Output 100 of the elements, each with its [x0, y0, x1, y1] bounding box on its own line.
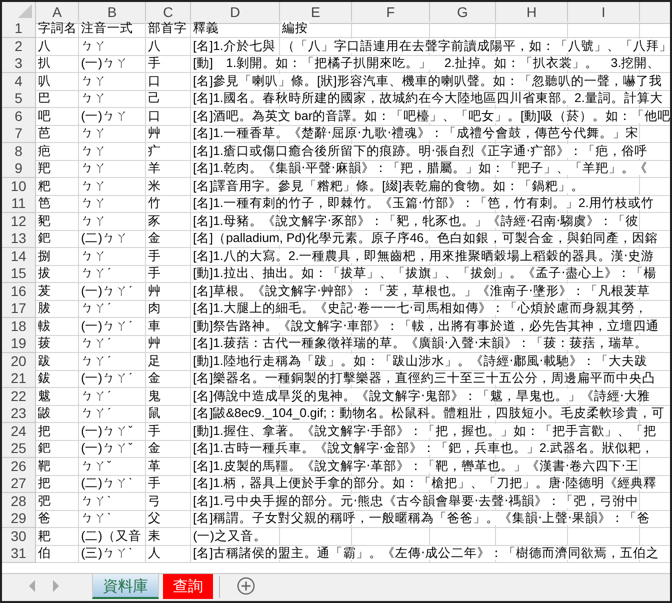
table-cell: ㄅㄚˊ: [81, 336, 112, 350]
table-cell: [名]酒吧。為英文 bar的音譯。如：「吧檯」、「吧女」。[動]吸（菸）。如：「他吧: [193, 108, 670, 122]
table-cell: (三)ㄅㄚˋ: [81, 546, 132, 560]
table-cell: 笆: [38, 196, 51, 210]
table-cell: ㄅㄚˊ: [81, 406, 112, 420]
row-header[interactable]: 27: [2, 475, 36, 493]
table-cell: 字詞名: [38, 21, 77, 35]
table-cell: (一)ㄅㄚˇ: [81, 441, 132, 455]
table-cell: (一)ㄅㄚˊ: [81, 371, 132, 385]
table-cell: (一)ㄅㄚ: [81, 108, 128, 122]
row-header[interactable]: 25: [2, 440, 36, 458]
sheet-tab[interactable]: 查詢: [163, 574, 213, 599]
table-cell: 艸: [148, 126, 161, 140]
table-cell: 羊: [148, 161, 161, 175]
sheet-tab[interactable]: 資料庫: [92, 574, 159, 599]
table-cell: 吧: [38, 108, 51, 122]
row-header[interactable]: 29: [2, 510, 36, 528]
row-header[interactable]: 20: [2, 352, 36, 370]
row-header[interactable]: 19: [2, 335, 36, 353]
row-header[interactable]: 31: [2, 545, 36, 563]
table-cell: 芭: [38, 126, 51, 140]
row-header[interactable]: 7: [2, 125, 36, 143]
row-header[interactable]: 10: [2, 178, 36, 196]
table-cell: [名]傳說中造成旱災的鬼神。《說文解字‧鬼部》：「魃，旱鬼也。」《詩經‧大雅: [193, 388, 651, 402]
table-cell: ㄅㄚ: [81, 161, 107, 175]
table-cell: [名]1.瘡口或傷口癒合後所留下的痕跡。明‧張自烈《正字通‧疒部》：「疤，俗呼: [193, 144, 648, 158]
row-header[interactable]: 11: [2, 195, 36, 213]
table-cell: ㄅㄚ: [81, 144, 107, 158]
table-cell: (二)ㄅㄚˋ: [81, 476, 132, 490]
table-cell: [名]1.介於七與: [193, 38, 276, 52]
table-cell: ㄅㄚˊ: [81, 388, 112, 402]
table-cell: 鬼: [148, 388, 161, 402]
table-cell: (一)ㄅㄚ: [81, 56, 128, 70]
table-cell: 金: [148, 441, 161, 455]
row-header[interactable]: 26: [2, 458, 36, 476]
row-header[interactable]: 2: [2, 38, 36, 56]
table-cell: 手: [148, 476, 161, 490]
row-header[interactable]: 23: [2, 405, 36, 423]
row-header[interactable]: 6: [2, 108, 36, 126]
row-header[interactable]: 3: [2, 55, 36, 73]
table-cell: ㄅㄚ: [81, 126, 107, 140]
column-header[interactable]: H: [496, 2, 568, 24]
table-cell: 手: [148, 248, 161, 262]
row-header[interactable]: 4: [2, 72, 36, 90]
row-header[interactable]: 28: [2, 492, 36, 510]
table-cell: ㄅㄚ: [81, 196, 107, 210]
column-header[interactable]: F: [352, 2, 430, 24]
table-cell: 足: [148, 354, 161, 368]
table-cell: 爸: [38, 511, 51, 525]
row-header[interactable]: 12: [2, 212, 36, 230]
row-header[interactable]: 15: [2, 265, 36, 283]
table-cell: ㄅㄚ: [81, 178, 107, 192]
table-cell: 羓: [38, 161, 51, 175]
table-cell: 菝: [38, 336, 51, 350]
row-header[interactable]: 18: [2, 318, 36, 336]
row-header[interactable]: 13: [2, 230, 36, 248]
table-cell: 伯: [38, 546, 51, 560]
row-header[interactable]: 9: [2, 160, 36, 178]
row-header[interactable]: 24: [2, 422, 36, 440]
table-cell: 艸: [148, 336, 161, 350]
row-header[interactable]: 21: [2, 370, 36, 388]
row-header[interactable]: 5: [2, 90, 36, 108]
table-cell: 粑: [38, 178, 51, 192]
table-cell: 口: [148, 74, 161, 88]
table-cell: ㄅㄚ: [81, 38, 107, 52]
row-header[interactable]: 14: [2, 248, 36, 266]
table-cell: 拔: [38, 266, 51, 280]
table-cell: 跋: [38, 354, 51, 368]
table-cell: 己: [148, 91, 161, 105]
table-cell: [名]草根。《說文解字‧艸部》：「茇，草根也。」《淮南子‧墬形》：「凡根茇草: [193, 284, 651, 298]
row-header[interactable]: 22: [2, 388, 36, 406]
row-header[interactable]: 17: [2, 300, 36, 318]
table-cell: 手: [148, 56, 161, 70]
table-cell: 魃: [38, 388, 51, 402]
table-cell: 鈀: [38, 231, 51, 245]
column-header[interactable]: G: [430, 2, 496, 24]
table-cell: [名]1.國名。春秋時所建的國家，故城約在今大陸地區四川省東部。2.量詞。計算大: [193, 91, 664, 105]
table-cell: 人: [148, 546, 161, 560]
table-cell: 軷: [38, 318, 51, 332]
table-cell: 鈸: [38, 371, 51, 385]
column-header[interactable]: I: [568, 2, 640, 24]
table-cell: [名]樂器名。一種銅製的打擊樂器，直徑約三十至三十五公分，周邊扁平而中央凸: [193, 371, 656, 385]
table-cell: [名]1.母豬。《說文解字‧豕部》：「豝，牝豕也。」《詩經‧召南‧騶虞》：「彼: [193, 214, 640, 228]
table-cell: 把: [38, 476, 51, 490]
row-header[interactable]: 1: [2, 20, 36, 38]
table-cell: 部首字: [148, 21, 187, 35]
table-cell: 注音一式: [81, 21, 133, 35]
row-header[interactable]: 8: [2, 142, 36, 160]
table-cell: 米: [148, 178, 161, 192]
table-cell: 編按: [282, 21, 309, 35]
table-cell: 耙: [38, 528, 51, 542]
table-cell: 手: [148, 266, 161, 280]
row-header[interactable]: 30: [2, 528, 36, 546]
table-cell: [名]1.一種有刺的竹子，即棘竹。《玉篇‧竹部》：「笆，竹有刺。」2.用竹枝或竹: [193, 196, 655, 210]
row-header[interactable]: 16: [2, 282, 36, 300]
table-cell: [名]鼥&8ec9._104_0.gif;：動物名。松鼠科。體粗壯，四肢短小。毛皮柔軟珍貴，可: [193, 406, 666, 420]
table-cell: 弓: [148, 494, 161, 508]
table-cell: (二)ㄅㄚ: [81, 231, 128, 245]
table-cell: [名]（palladium, Pd)化學元素。原子序46。色白如銀，可製合金，與鉑同產，因鎔: [193, 231, 659, 245]
table-cell: 把: [38, 424, 51, 438]
